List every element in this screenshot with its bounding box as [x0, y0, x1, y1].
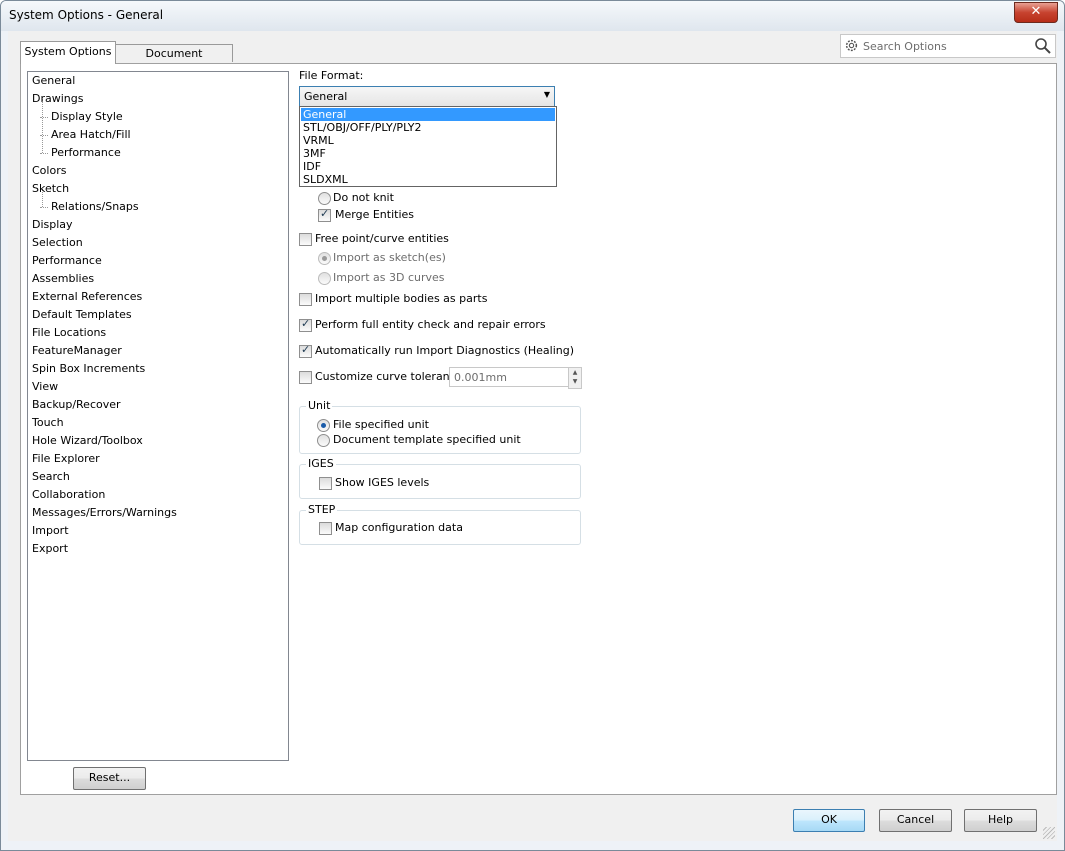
tree-item-featuremanager[interactable]: FeatureManager — [32, 342, 122, 360]
chevron-down-icon[interactable]: ▼ — [569, 377, 581, 386]
dropdown-option[interactable]: IDF — [301, 160, 555, 173]
merge-entities-label: Merge Entities — [335, 208, 414, 221]
tree-item-import[interactable]: Import — [32, 522, 69, 540]
auto-diagnostics-checkbox[interactable] — [299, 343, 312, 358]
template-unit-radio[interactable] — [317, 434, 330, 447]
unit-group: Unit File specified unit Document templa… — [299, 399, 581, 454]
tree-item-display[interactable]: Display — [32, 216, 73, 234]
full-check-label: Perform full entity check and repair err… — [315, 318, 546, 331]
tab-system-options[interactable]: System Options — [20, 41, 116, 64]
close-button[interactable]: ✕ — [1014, 2, 1058, 23]
curve-tolerance-checkbox[interactable] — [299, 371, 312, 384]
tree-item-performance[interactable]: Performance — [32, 252, 102, 270]
dropdown-option[interactable]: 3MF — [301, 147, 555, 160]
step-group: STEP Map configuration data — [299, 503, 581, 545]
tree-item-general[interactable]: General — [32, 72, 75, 90]
iges-group: IGES Show IGES levels — [299, 457, 581, 499]
tree-item-backup-recover[interactable]: Backup/Recover — [32, 396, 121, 414]
merge-entities-checkbox[interactable] — [318, 207, 331, 222]
file-format-options-list[interactable]: General STL/OBJ/OFF/PLY/PLY2 VRML 3MF ID… — [299, 106, 557, 187]
file-format-dropdown[interactable]: General ▼ — [299, 86, 555, 107]
tree-item-colors[interactable]: Colors — [32, 162, 66, 180]
tree-item-search[interactable]: Search — [32, 468, 70, 486]
map-configuration-label: Map configuration data — [335, 521, 463, 534]
reset-button[interactable]: Reset... — [73, 767, 146, 790]
show-iges-levels-checkbox[interactable] — [319, 477, 332, 490]
multi-bodies-checkbox[interactable] — [299, 293, 312, 306]
curve-tolerance-stepper[interactable]: ▲ ▼ — [568, 367, 582, 389]
file-unit-label: File specified unit — [333, 418, 429, 431]
tree-item-hole-wizard[interactable]: Hole Wizard/Toolbox — [32, 432, 143, 450]
file-unit-radio[interactable] — [317, 419, 330, 432]
title-bar[interactable]: System Options - General ✕ — [1, 1, 1064, 31]
import-sketch-label: Import as sketch(es) — [333, 251, 446, 264]
do-not-knit-radio[interactable] — [318, 192, 331, 205]
curve-tolerance-input[interactable]: 0.001mm — [449, 367, 575, 387]
dialog-client: System Options Document Properties Searc… — [8, 31, 1057, 841]
import-3d-radio[interactable] — [318, 272, 331, 285]
free-point-label: Free point/curve entities — [315, 232, 449, 245]
tab-document-properties[interactable]: Document Properties — [115, 44, 233, 77]
file-format-value: General — [304, 90, 348, 103]
search-options-box[interactable]: Search Options — [840, 34, 1056, 58]
window-title: System Options - General — [9, 8, 164, 22]
tree-item-touch[interactable]: Touch — [32, 414, 64, 432]
tree-item-messages[interactable]: Messages/Errors/Warnings — [32, 504, 177, 522]
do-not-knit-label: Do not knit — [333, 191, 394, 204]
magnifier-icon[interactable] — [1034, 37, 1052, 55]
ok-button[interactable]: OK — [793, 809, 865, 832]
step-group-title: STEP — [306, 503, 338, 516]
curve-tolerance-value: 0.001mm — [454, 371, 507, 384]
chevron-down-icon: ▼ — [543, 90, 550, 99]
show-iges-levels-label: Show IGES levels — [335, 476, 430, 489]
tree-item-view[interactable]: View — [32, 378, 58, 396]
tree-item-file-explorer[interactable]: File Explorer — [32, 450, 100, 468]
tree-item-selection[interactable]: Selection — [32, 234, 83, 252]
unit-group-title: Unit — [306, 399, 333, 412]
tree-item-collaboration[interactable]: Collaboration — [32, 486, 105, 504]
dropdown-option[interactable]: STL/OBJ/OFF/PLY/PLY2 — [301, 121, 555, 134]
tab-label: System Options — [24, 45, 112, 58]
chevron-up-icon[interactable]: ▲ — [569, 368, 581, 377]
free-point-checkbox[interactable] — [299, 233, 312, 246]
tree-item-drawings-performance[interactable]: Performance — [40, 144, 121, 162]
dialog-window: System Options - General ✕ System Option… — [0, 0, 1065, 851]
import-3d-label: Import as 3D curves — [333, 271, 445, 284]
tree-item-external-references[interactable]: External References — [32, 288, 142, 306]
help-button[interactable]: Help — [964, 809, 1037, 832]
tree-item-sketch[interactable]: Sketch — [32, 180, 69, 198]
close-icon: ✕ — [1030, 4, 1042, 19]
search-input[interactable]: Search Options — [863, 40, 947, 53]
map-configuration-checkbox[interactable] — [319, 522, 332, 535]
import-sketch-radio[interactable] — [318, 252, 331, 265]
tree-item-area-hatch[interactable]: Area Hatch/Fill — [40, 126, 131, 144]
tree-item-drawings[interactable]: Drawings — [32, 90, 83, 108]
multi-bodies-label: Import multiple bodies as parts — [315, 292, 488, 305]
tree-item-spin-box[interactable]: Spin Box Increments — [32, 360, 145, 378]
curve-tolerance-label: Customize curve tolerance: — [315, 370, 467, 383]
tree-item-relations-snaps[interactable]: Relations/Snaps — [40, 198, 139, 216]
tree-item-export[interactable]: Export — [32, 540, 68, 558]
dropdown-option[interactable]: VRML — [301, 134, 555, 147]
tree-item-default-templates[interactable]: Default Templates — [32, 306, 132, 324]
dropdown-option[interactable]: General — [301, 108, 555, 121]
tree-item-assemblies[interactable]: Assemblies — [32, 270, 94, 288]
file-format-label: File Format: — [299, 69, 364, 82]
options-tree[interactable]: General Drawings Display Style Area Hatc… — [27, 71, 289, 761]
dropdown-option[interactable]: SLDXML — [301, 173, 555, 186]
resize-grip-icon[interactable] — [1043, 827, 1055, 839]
template-unit-label: Document template specified unit — [333, 433, 521, 446]
tree-item-file-locations[interactable]: File Locations — [32, 324, 106, 342]
cancel-button[interactable]: Cancel — [879, 809, 952, 832]
tree-item-display-style[interactable]: Display Style — [40, 108, 123, 126]
iges-group-title: IGES — [306, 457, 336, 470]
gear-icon — [845, 39, 858, 52]
full-check-checkbox[interactable] — [299, 317, 312, 332]
auto-diagnostics-label: Automatically run Import Diagnostics (He… — [315, 344, 574, 357]
